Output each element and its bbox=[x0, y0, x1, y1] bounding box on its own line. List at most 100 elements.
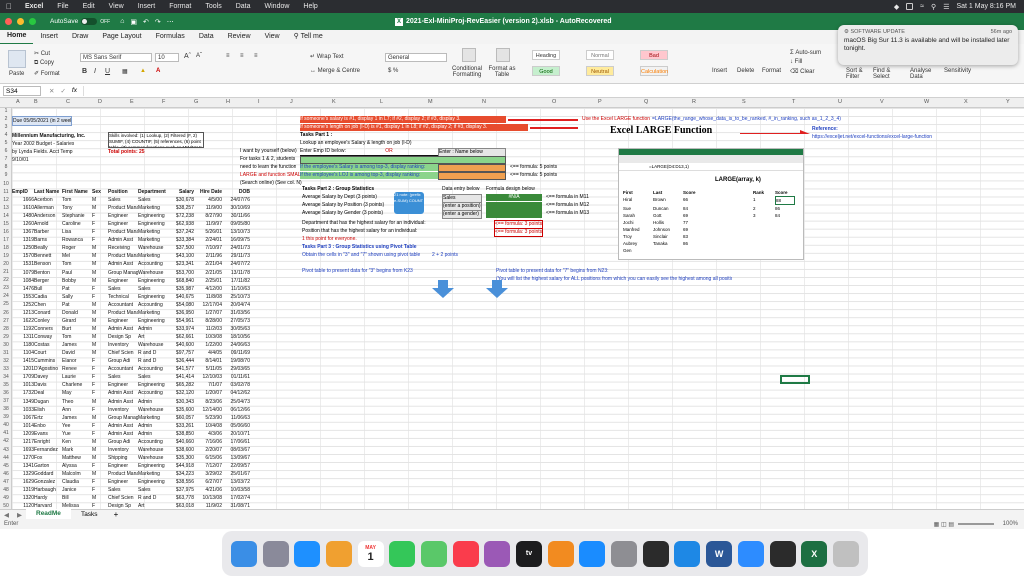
insert-cells-button[interactable]: Insert bbox=[712, 68, 727, 74]
instruction-2[interactable]: For tasks 1 & 2, students bbox=[240, 156, 295, 163]
table-cell[interactable]: Engineering bbox=[138, 381, 168, 389]
task1-lookup-result[interactable] bbox=[300, 156, 506, 164]
tab-data[interactable]: Data bbox=[192, 30, 221, 44]
table-cell[interactable]: 1732 bbox=[12, 389, 34, 397]
table-header[interactable]: Position bbox=[108, 188, 138, 196]
table-cell[interactable]: 1013 bbox=[12, 381, 34, 389]
table-cell[interactable]: 12/10/03 bbox=[194, 373, 222, 381]
shrink-font-button[interactable]: Aˇ bbox=[196, 53, 202, 59]
table-cell[interactable]: Dugan bbox=[34, 398, 62, 406]
fill-button[interactable]: ↓ Fill bbox=[790, 59, 802, 65]
table-header[interactable]: Salary bbox=[168, 188, 194, 196]
table-cell[interactable]: Malcolm bbox=[62, 470, 92, 478]
table-cell[interactable]: Marketing bbox=[138, 204, 168, 212]
formula-design-label[interactable]: Formula design below bbox=[486, 186, 535, 193]
worksheet-grid[interactable]: Due 05/05/2021 (in 2 weeks) Millennium M… bbox=[12, 108, 1024, 509]
table-cell[interactable]: F bbox=[92, 478, 108, 486]
table-cell[interactable]: F bbox=[92, 285, 108, 293]
align-middle-icon[interactable]: ≡ bbox=[240, 53, 244, 59]
cut-button[interactable]: ✂ Cut bbox=[34, 50, 50, 57]
column-header-m[interactable]: M bbox=[428, 99, 433, 105]
table-cell[interactable]: Accountant bbox=[108, 365, 138, 373]
table-cell[interactable]: $97,757 bbox=[168, 349, 194, 357]
menu-data[interactable]: Data bbox=[229, 0, 258, 13]
table-cell[interactable]: 8/14/01 bbox=[194, 357, 222, 365]
menu-file[interactable]: File bbox=[50, 0, 75, 13]
table-cell[interactable]: Accounting bbox=[138, 389, 168, 397]
table-cell[interactable]: Design Sp bbox=[108, 333, 138, 341]
table-cell[interactable]: Arnold bbox=[34, 220, 62, 228]
italic-button[interactable]: I bbox=[94, 68, 96, 75]
style-neutral[interactable]: Neutral bbox=[586, 66, 614, 76]
table-cell[interactable]: Warehouse bbox=[138, 244, 168, 252]
table-cell[interactable]: 11/9/97 bbox=[194, 220, 222, 228]
table-cell[interactable]: M bbox=[92, 252, 108, 260]
task1-line2[interactable]: If someone's length on job (I-D) is #1, … bbox=[300, 124, 528, 131]
dropbox-icon[interactable]: ◆ bbox=[894, 3, 899, 11]
menu-format[interactable]: Format bbox=[162, 0, 198, 13]
table-cell[interactable]: Warehouse bbox=[138, 269, 168, 277]
table-cell[interactable]: Costas bbox=[34, 341, 62, 349]
zoom-window-button[interactable] bbox=[29, 18, 36, 25]
dock-books-icon[interactable] bbox=[547, 540, 574, 567]
column-header-o[interactable]: O bbox=[552, 99, 556, 105]
row-header[interactable]: 30 bbox=[0, 342, 12, 348]
row-header[interactable]: 1 bbox=[0, 108, 12, 114]
author-line[interactable]: by Lynda Fields. Acct Temp bbox=[12, 148, 73, 156]
row-header[interactable]: 29 bbox=[0, 334, 12, 340]
dock-messages-icon[interactable] bbox=[389, 540, 416, 567]
autosave-toggle[interactable] bbox=[81, 18, 98, 25]
row-header[interactable]: 10 bbox=[0, 181, 12, 187]
column-header-p[interactable]: P bbox=[598, 99, 602, 105]
table-cell[interactable]: James bbox=[62, 414, 92, 422]
table-cell[interactable]: Ken bbox=[62, 438, 92, 446]
software-update-notification[interactable]: ⚙ SOFTWARE UPDATE 56m ago macOS Big Sur … bbox=[838, 25, 1018, 65]
dock-finder-icon[interactable] bbox=[230, 540, 257, 567]
row-header[interactable]: 37 bbox=[0, 398, 12, 404]
table-cell[interactable]: Engineering bbox=[138, 212, 168, 220]
table-cell[interactable]: 8/27/90 bbox=[194, 212, 222, 220]
table-cell[interactable]: 1319 bbox=[12, 486, 34, 494]
table-cell[interactable]: $41,414 bbox=[168, 373, 194, 381]
table-cell[interactable]: 10/03/58 bbox=[222, 486, 250, 494]
table-cell[interactable]: Technical bbox=[108, 293, 138, 301]
name-box[interactable]: S34 bbox=[3, 85, 41, 96]
table-cell[interactable]: 09/05/80 bbox=[222, 220, 250, 228]
row-header[interactable]: 16 bbox=[0, 229, 12, 235]
row-header[interactable]: 12 bbox=[0, 197, 12, 203]
table-cell[interactable]: Engineer bbox=[108, 478, 138, 486]
table-cell[interactable]: Roger bbox=[62, 244, 92, 252]
table-cell[interactable]: Benson bbox=[34, 260, 62, 268]
row-header[interactable]: 25 bbox=[0, 301, 12, 307]
row-header[interactable]: 49 bbox=[0, 495, 12, 501]
dock-app-store-icon[interactable] bbox=[579, 540, 606, 567]
task1-enter-id[interactable]: Enter Emp ID below: OR bbox=[300, 148, 438, 156]
row-header[interactable]: 7 bbox=[0, 156, 12, 162]
save-icon[interactable]: ▣ bbox=[130, 18, 137, 26]
table-cell[interactable]: 19/08/70 bbox=[222, 357, 250, 365]
tab-view[interactable]: View bbox=[258, 30, 287, 44]
table-cell[interactable]: $32,120 bbox=[168, 389, 194, 397]
task2-header[interactable]: Tasks Part 2 : Group Statistics bbox=[302, 186, 374, 193]
table-cell[interactable]: M bbox=[92, 341, 108, 349]
table-cell[interactable]: 7/10/97 bbox=[194, 244, 222, 252]
table-cell[interactable]: 17/02/74 bbox=[222, 494, 250, 502]
table-cell[interactable]: 11/8/08 bbox=[194, 293, 222, 301]
tab-page-layout[interactable]: Page Layout bbox=[95, 30, 148, 44]
total-points[interactable]: Total points: 25 bbox=[108, 148, 145, 156]
column-header-a[interactable]: A bbox=[16, 99, 20, 105]
table-cell[interactable]: Accounting bbox=[138, 260, 168, 268]
table-cell[interactable]: 01/11/61 bbox=[222, 373, 250, 381]
table-cell[interactable]: Engineer bbox=[108, 220, 138, 228]
table-cell[interactable]: $40,600 bbox=[168, 341, 194, 349]
table-cell[interactable]: Benton bbox=[34, 269, 62, 277]
table-cell[interactable]: 13/10/73 bbox=[222, 228, 250, 236]
table-cell[interactable]: 30/05/63 bbox=[222, 325, 250, 333]
table-cell[interactable]: Matthew bbox=[62, 454, 92, 462]
table-cell[interactable]: Admin Asst bbox=[108, 398, 138, 406]
table-cell[interactable]: Admin bbox=[138, 398, 168, 406]
zoom-slider[interactable] bbox=[958, 523, 994, 525]
dock-maps-icon[interactable] bbox=[420, 540, 447, 567]
table-cell[interactable]: M bbox=[92, 204, 108, 212]
format-as-table-button[interactable]: Format as Table bbox=[486, 66, 518, 78]
